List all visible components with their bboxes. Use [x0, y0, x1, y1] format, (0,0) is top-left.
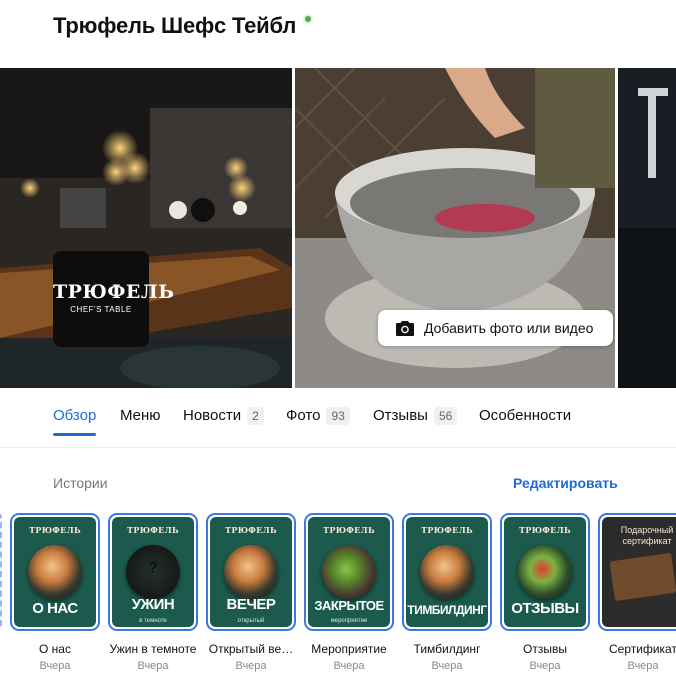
question-mark-icon: ? [148, 560, 158, 577]
dish-image [322, 545, 376, 599]
edit-stories-link[interactable]: Редактировать [513, 475, 618, 491]
gallery-photo-interior[interactable]: ТРЮФЕЛЬ CHEF'S TABLE [0, 68, 292, 388]
story-thumbnail: ТРЮФЕЛЬ О НАС [10, 513, 100, 631]
story-caption: ЗАКРЫТОЕ [314, 598, 384, 613]
tab-features[interactable]: Особенности [479, 406, 571, 436]
story-item[interactable]: ТРЮФЕЛЬ ? УЖИН в темноте Ужин в темноте … [108, 513, 198, 672]
logo-sub-text: CHEF'S TABLE [70, 305, 132, 314]
add-photo-or-video-button[interactable]: Добавить фото или видео [378, 310, 613, 346]
story-title: Отзывы [523, 642, 567, 656]
story-subcaption: мероприятие [330, 618, 368, 624]
section-tabs: Обзор Меню Новости 2 Фото 93 Отзывы 56 О… [0, 388, 676, 448]
story-caption: ОТЗЫВЫ [511, 600, 579, 617]
story-brand: ТРЮФЕЛЬ [29, 525, 81, 535]
tab-news-count-badge: 2 [247, 407, 264, 425]
story-item[interactable]: ТРЮФЕЛЬ ТИМБИЛДИНГ Тимбилдинг Вчера [402, 513, 492, 672]
tab-news-label: Новости [183, 407, 242, 424]
story-subcaption: открытый [237, 618, 265, 624]
tab-overview[interactable]: Обзор [53, 406, 97, 436]
story-item[interactable]: ТРЮФЕЛЬ О НАС О нас Вчера [10, 513, 100, 672]
story-title: Открытый ве… [208, 642, 294, 656]
tab-photos-label: Фото [286, 407, 321, 424]
story-date: Вчера [235, 660, 267, 672]
tab-menu[interactable]: Меню [120, 406, 161, 436]
tab-photos-count-badge: 93 [326, 407, 350, 425]
story-date: Вчера [137, 660, 169, 672]
story-thumbnail: Подарочный сертификат [598, 513, 676, 631]
story-item[interactable]: ТРЮФЕЛЬ ОТЗЫВЫ Отзывы Вчера [500, 513, 590, 672]
tab-overview-label: Обзор [53, 407, 97, 424]
story-partial-left[interactable] [0, 513, 2, 631]
story-title: Тимбилдинг [413, 642, 481, 656]
story-brand: ТРЮФЕЛЬ [421, 525, 473, 535]
story-item[interactable]: Подарочный сертификат Сертификат Вчера [598, 513, 676, 672]
tab-reviews-count-badge: 56 [433, 407, 458, 425]
story-title: Сертификат [609, 642, 676, 656]
tab-features-label: Особенности [479, 407, 572, 424]
story-thumbnail: ТРЮФЕЛЬ ВЕЧЕР открытый [206, 513, 296, 631]
story-caption: ВЕЧЕР [226, 596, 276, 613]
page-title: Трюфель Шефс Тейбл [53, 13, 297, 38]
verified-badge-icon [303, 14, 313, 24]
story-brand: ТРЮФЕЛЬ [519, 525, 571, 535]
tab-reviews[interactable]: Отзывы 56 [373, 406, 458, 436]
story-date: Вчера [627, 660, 659, 672]
story-date: Вчера [333, 660, 365, 672]
story-thumbnail: ТРЮФЕЛЬ ? УЖИН в темноте [108, 513, 198, 631]
story-thumbnail: ТРЮФЕЛЬ ОТЗЫВЫ [500, 513, 590, 631]
story-thumbnail: ТРЮФЕЛЬ ЗАКРЫТОЕ мероприятие [304, 513, 394, 631]
story-date: Вчера [431, 660, 463, 672]
header: Трюфель Шефс Тейбл [0, 0, 676, 68]
add-media-label: Добавить фото или видео [424, 320, 594, 336]
camera-icon [396, 321, 414, 336]
story-item[interactable]: ТРЮФЕЛЬ ВЕЧЕР открытый Открытый ве… Вчер… [206, 513, 296, 672]
logo-main-text: ТРЮФЕЛЬ [53, 281, 175, 303]
story-subcaption: в темноте [139, 618, 167, 624]
gallery-photo-signage[interactable] [618, 68, 676, 388]
tab-reviews-label: Отзывы [373, 407, 428, 424]
dish-image [420, 545, 474, 599]
story-thumbnail: ТРЮФЕЛЬ ТИМБИЛДИНГ [402, 513, 492, 631]
dish-image [518, 545, 572, 599]
gallery-video-preview[interactable]: Добавить фото или видео [295, 68, 615, 388]
story-caption: ТИМБИЛДИНГ [407, 603, 487, 617]
signage-photo-image [618, 68, 676, 388]
story-title: О нас [39, 642, 71, 656]
stories-heading: Истории [53, 475, 108, 491]
dish-image [224, 545, 278, 599]
tab-news[interactable]: Новости 2 [183, 406, 264, 436]
story-brand: ТРЮФЕЛЬ [127, 525, 179, 535]
dish-image [28, 545, 82, 599]
story-brand: ТРЮФЕЛЬ [225, 525, 277, 535]
story-caption: О НАС [32, 600, 78, 617]
photo-gallery[interactable]: ТРЮФЕЛЬ CHEF'S TABLE Добавить фото или в… [0, 68, 676, 388]
gift-certificate-image [609, 552, 676, 602]
story-title: Мероприятие [311, 642, 387, 656]
stories-carousel[interactable]: ТРЮФЕЛЬ О НАС О нас Вчера ТРЮФЕЛЬ ? УЖИН… [0, 513, 676, 683]
story-date: Вчера [39, 660, 71, 672]
story-title: Ужин в темноте [109, 642, 197, 656]
dish-image: ? [126, 545, 180, 599]
story-date: Вчера [529, 660, 561, 672]
story-item[interactable]: ТРЮФЕЛЬ ЗАКРЫТОЕ мероприятие Мероприятие… [304, 513, 394, 672]
gift-certificate-title: Подарочный сертификат [620, 525, 674, 546]
tab-photos[interactable]: Фото 93 [286, 406, 350, 436]
story-caption: УЖИН [131, 596, 175, 613]
restaurant-logo: ТРЮФЕЛЬ CHEF'S TABLE [53, 251, 175, 347]
story-brand: ТРЮФЕЛЬ [323, 525, 375, 535]
tab-menu-label: Меню [120, 407, 161, 424]
